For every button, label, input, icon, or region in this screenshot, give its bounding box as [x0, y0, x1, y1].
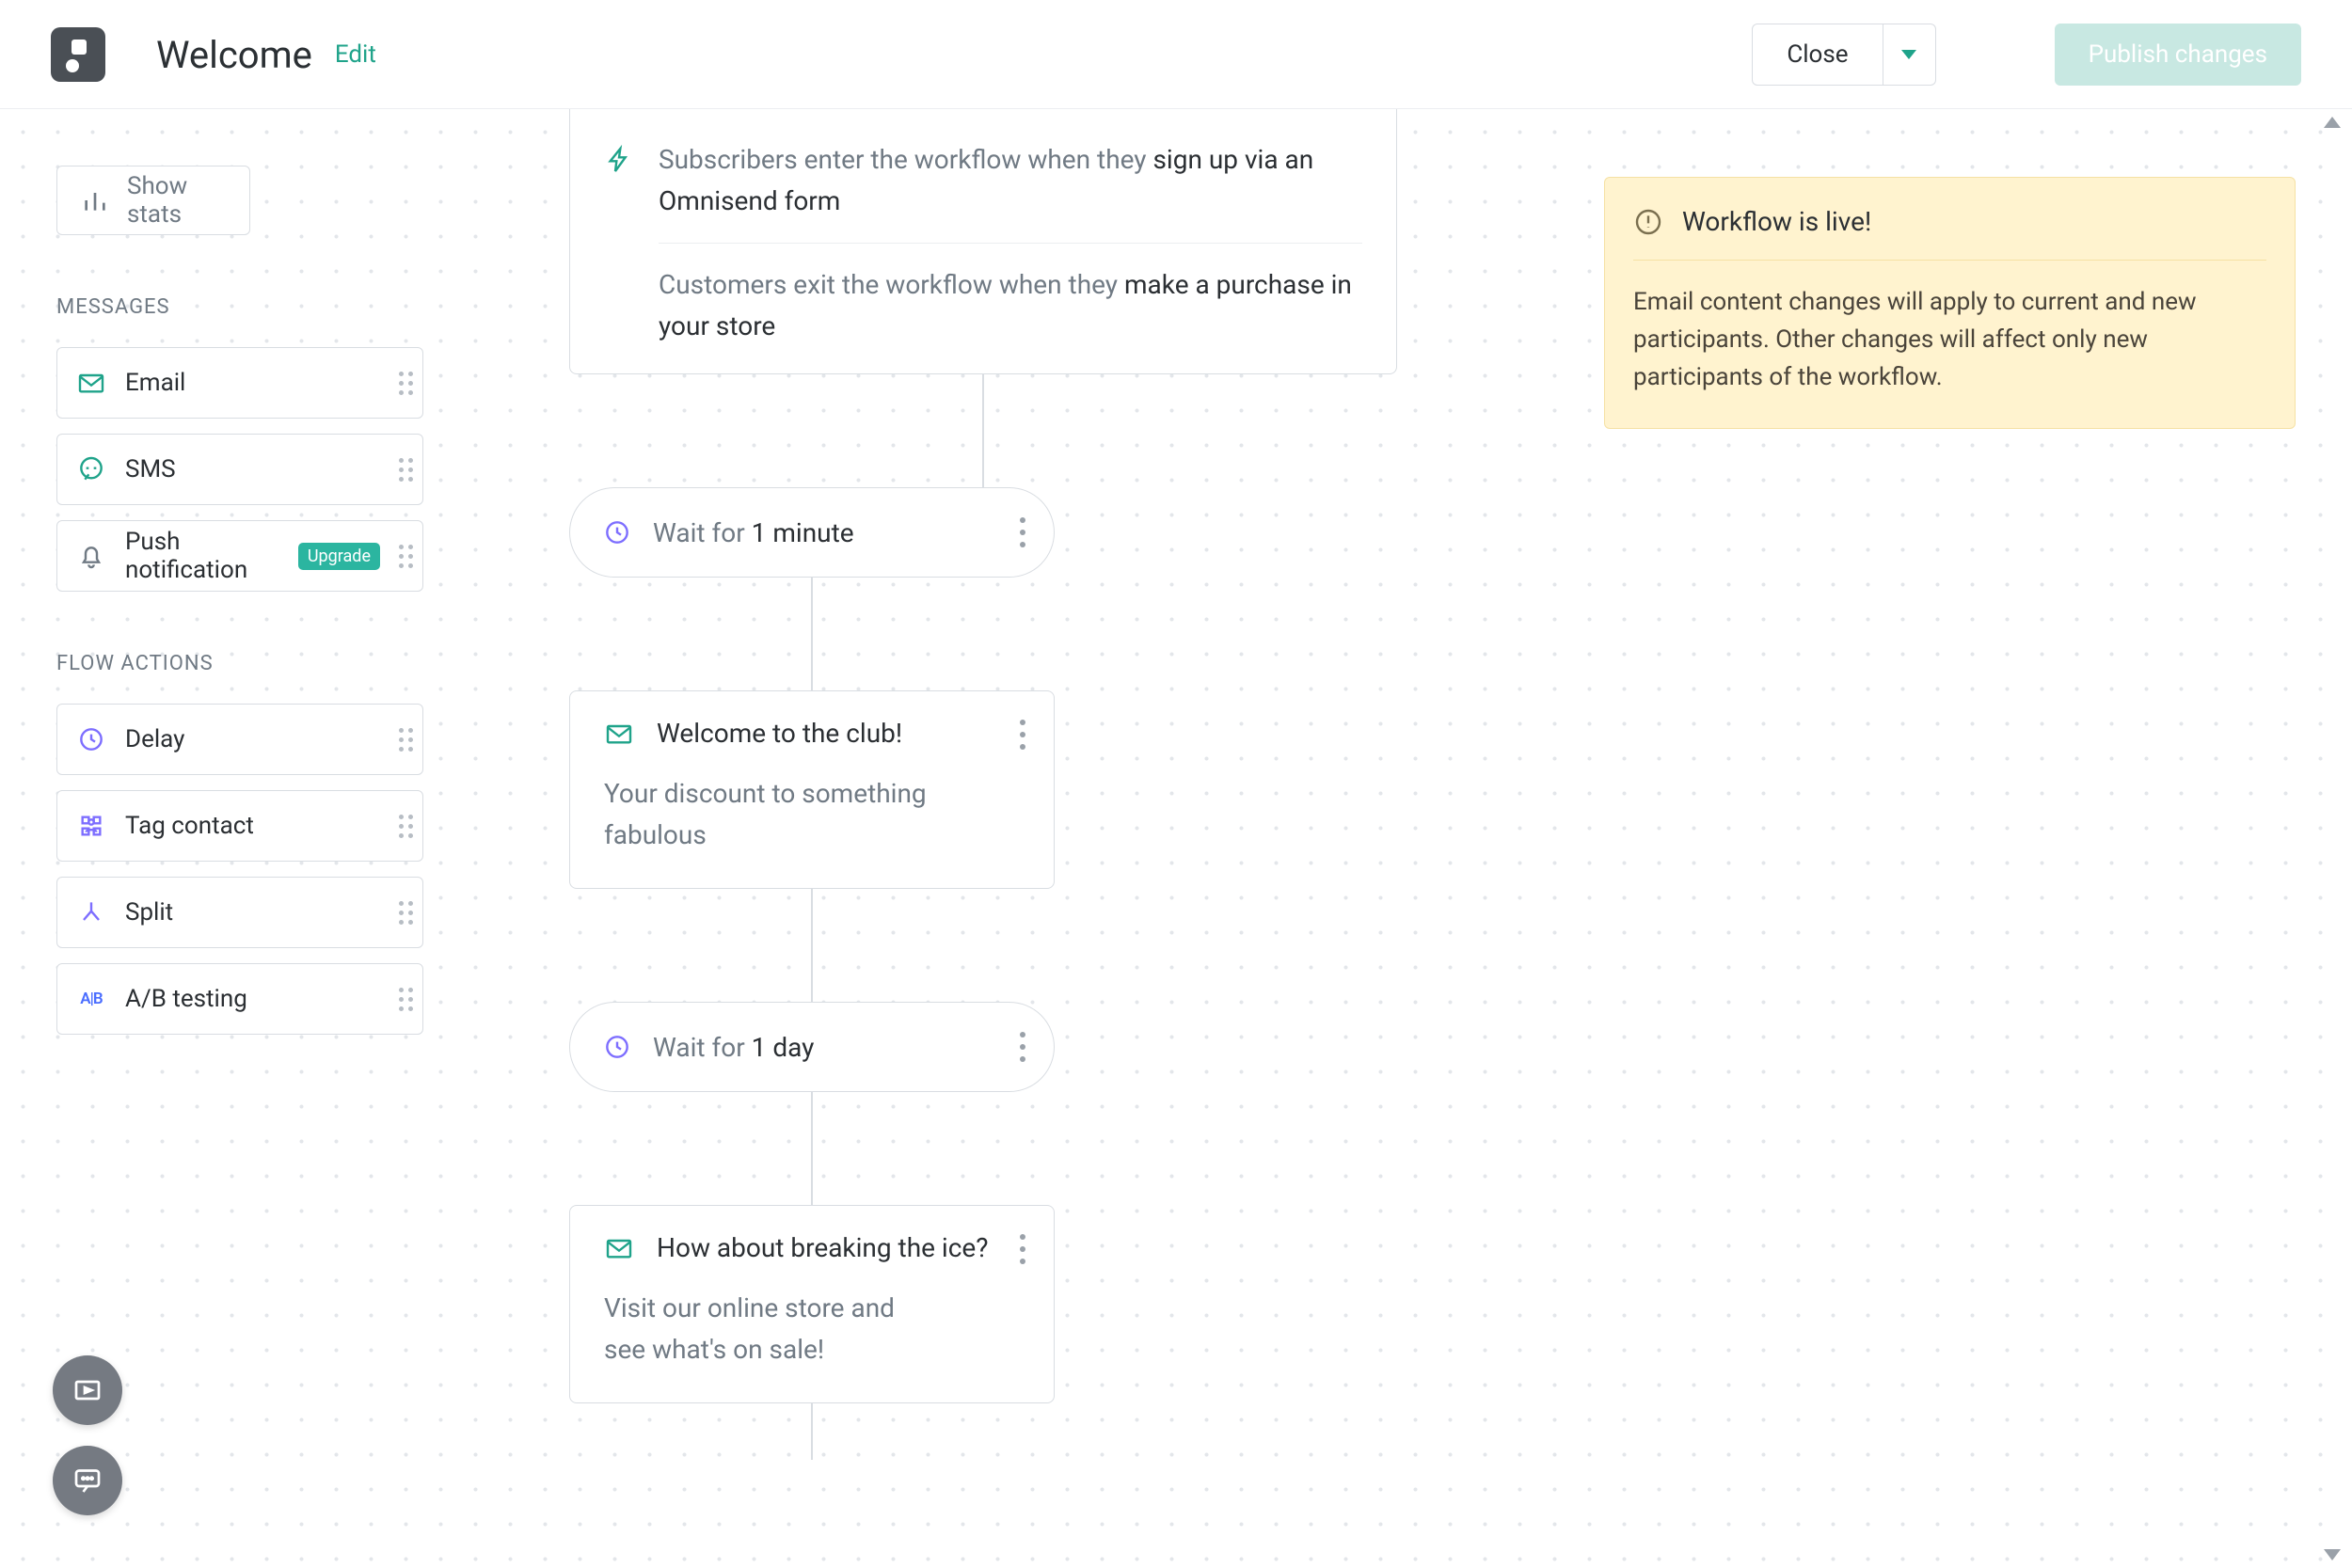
- alert-icon: [1633, 207, 1663, 237]
- connector: [811, 1403, 813, 1460]
- flow-group-label: FLOW ACTIONS: [56, 652, 423, 675]
- stats-icon: [80, 185, 110, 215]
- drag-handle-icon[interactable]: [399, 988, 413, 1011]
- connector: [982, 374, 984, 487]
- kebab-menu-icon[interactable]: [1020, 1032, 1025, 1062]
- video-icon: [71, 1373, 104, 1407]
- drag-handle-icon[interactable]: [399, 815, 413, 838]
- flow-group: Delay Tag contact Split A|B A/B testing: [56, 704, 423, 1035]
- scroll-up-icon[interactable]: [2324, 117, 2341, 128]
- ab-testing-icon: A|B: [76, 984, 106, 1014]
- palette-item-push[interactable]: Push notification Upgrade: [56, 520, 423, 592]
- drag-handle-icon[interactable]: [399, 728, 413, 752]
- kebab-menu-icon[interactable]: [1020, 517, 1025, 547]
- mail-icon: [76, 368, 106, 398]
- info-body: Email content changes will apply to curr…: [1633, 283, 2266, 396]
- email-node-1[interactable]: Welcome to the club! Your discount to so…: [569, 690, 1055, 889]
- delay-node-text: Wait for 1 minute: [653, 517, 854, 548]
- upgrade-badge: Upgrade: [298, 543, 380, 570]
- clock-icon: [76, 724, 106, 754]
- connector: [811, 578, 813, 690]
- publish-button[interactable]: Publish changes: [2055, 24, 2301, 86]
- vertical-scrollbar[interactable]: [2318, 109, 2346, 1568]
- drag-handle-icon[interactable]: [399, 372, 413, 395]
- connector: [811, 1092, 813, 1205]
- connector: [811, 889, 813, 1002]
- show-stats-button[interactable]: Show stats: [56, 166, 250, 235]
- sms-icon: [76, 454, 106, 484]
- palette-item-sms[interactable]: SMS: [56, 434, 423, 505]
- info-title: Workflow is live!: [1682, 206, 1871, 237]
- support-chat-button[interactable]: [53, 1446, 122, 1515]
- help-video-button[interactable]: [53, 1355, 122, 1425]
- messages-group: Email SMS Push notification Upgrade: [56, 347, 423, 592]
- kebab-menu-icon[interactable]: [1020, 1234, 1025, 1264]
- close-dropdown[interactable]: [1883, 24, 1936, 86]
- email-node-title: Welcome to the club!: [657, 718, 902, 749]
- kebab-menu-icon[interactable]: [1020, 720, 1025, 750]
- close-button[interactable]: Close: [1752, 24, 1883, 86]
- delay-node-1[interactable]: Wait for 1 minute: [569, 487, 1055, 578]
- palette-item-label: A/B testing: [125, 985, 247, 1013]
- trigger-node[interactable]: Subscribers enter the workflow when they…: [569, 109, 1397, 374]
- header: Welcome Edit Close Publish changes: [0, 0, 2352, 109]
- split-icon: [76, 897, 106, 927]
- chat-icon: [71, 1464, 104, 1497]
- email-node-title: How about breaking the ice?: [657, 1232, 988, 1263]
- show-stats-label: Show stats: [127, 172, 227, 229]
- lightning-icon: [604, 145, 634, 175]
- email-node-body: Your discount to something fabulous: [604, 773, 933, 856]
- messages-group-label: MESSAGES: [56, 295, 423, 319]
- bell-icon: [76, 541, 106, 571]
- info-panel: Workflow is live! Email content changes …: [1604, 177, 2296, 429]
- palette-item-ab[interactable]: A|B A/B testing: [56, 963, 423, 1035]
- header-actions: Close Publish changes: [1752, 24, 2301, 86]
- flow-canvas[interactable]: Subscribers enter the workflow when they…: [569, 109, 1397, 1568]
- delay-node-text: Wait for 1 day: [653, 1032, 814, 1063]
- chevron-down-icon: [1901, 50, 1916, 59]
- palette-item-label: Push notification: [125, 528, 279, 584]
- palette-item-label: Delay: [125, 725, 184, 753]
- drag-handle-icon[interactable]: [399, 901, 413, 925]
- delay-node-2[interactable]: Wait for 1 day: [569, 1002, 1055, 1092]
- palette-item-email[interactable]: Email: [56, 347, 423, 419]
- mail-icon: [604, 719, 634, 749]
- palette-item-label: Email: [125, 369, 185, 397]
- mail-icon: [604, 1233, 634, 1263]
- email-node-2[interactable]: How about breaking the ice? Visit our on…: [569, 1205, 1055, 1403]
- drag-handle-icon[interactable]: [399, 545, 413, 568]
- edit-link[interactable]: Edit: [335, 40, 376, 69]
- app-logo: [51, 27, 105, 82]
- trigger-exit-text: Customers exit the workflow when they ma…: [659, 264, 1362, 347]
- clock-icon: [602, 1032, 632, 1062]
- palette-item-tag[interactable]: Tag contact: [56, 790, 423, 862]
- palette-item-split[interactable]: Split: [56, 877, 423, 948]
- palette-item-label: Split: [125, 898, 173, 927]
- scroll-down-icon[interactable]: [2324, 1549, 2341, 1560]
- drag-handle-icon[interactable]: [399, 458, 413, 482]
- trigger-enter-text: Subscribers enter the workflow when they…: [659, 139, 1362, 222]
- palette-item-delay[interactable]: Delay: [56, 704, 423, 775]
- clock-icon: [602, 517, 632, 547]
- tag-contact-icon: [76, 811, 106, 841]
- palette-item-label: Tag contact: [125, 812, 254, 840]
- email-node-body: Visit our online store and see what's on…: [604, 1288, 933, 1370]
- page-title: Welcome: [156, 33, 312, 77]
- sidebar: Show stats MESSAGES Email SMS: [56, 166, 423, 1035]
- workspace: Show stats MESSAGES Email SMS: [0, 109, 2352, 1568]
- palette-item-label: SMS: [125, 455, 176, 483]
